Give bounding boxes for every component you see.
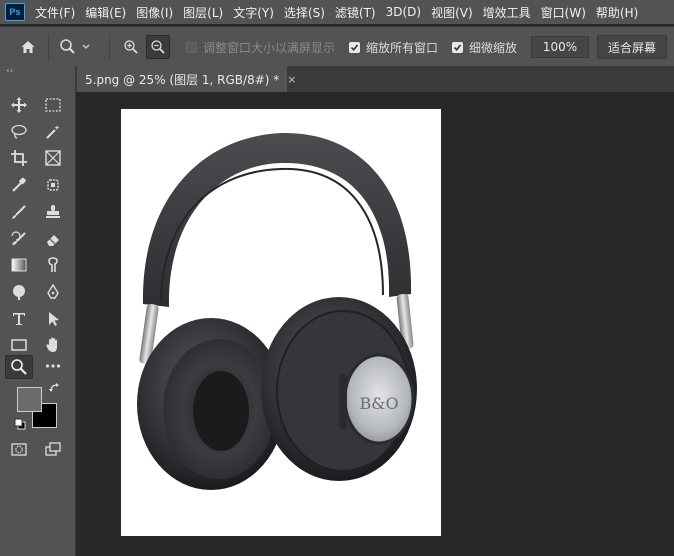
pen-tool-icon[interactable] xyxy=(40,281,66,303)
headphones-image: B&O xyxy=(137,132,417,490)
collapse-panel-icon[interactable]: ‹‹ xyxy=(6,66,13,76)
zoom-all-windows-checkbox[interactable]: 缩放所有窗口 xyxy=(349,39,438,56)
resize-windows-checkbox[interactable]: 调整窗口大小以满屏显示 xyxy=(186,39,335,56)
options-bar: 调整窗口大小以满屏显示 缩放所有窗口 细微缩放 100% 适合屏幕 xyxy=(0,26,674,68)
chevron-down-icon xyxy=(82,44,90,49)
edit-toolbar-icon[interactable] xyxy=(40,355,66,377)
type-tool-icon[interactable] xyxy=(6,308,32,330)
menu-plugins[interactable]: 增效工具 xyxy=(483,4,531,21)
menu-window[interactable]: 窗口(W) xyxy=(541,4,586,21)
magic-wand-tool-icon[interactable] xyxy=(40,121,66,143)
marquee-tool-icon[interactable] xyxy=(40,94,66,116)
checkmark-icon xyxy=(452,41,464,53)
checkmark-icon xyxy=(349,41,361,53)
spot-healing-brush-icon[interactable] xyxy=(40,174,66,196)
photoshop-logo-icon[interactable]: Ps xyxy=(5,3,25,21)
dodge-tool-icon[interactable] xyxy=(6,281,32,303)
path-selection-tool-icon[interactable] xyxy=(40,308,66,330)
document-tab-title: 5.png @ 25% (图层 1, RGB/8#) * xyxy=(85,72,280,87)
menu-type[interactable]: 文字(Y) xyxy=(233,4,274,21)
resize-windows-label: 调整窗口大小以满屏显示 xyxy=(203,40,336,55)
scrubby-zoom-label: 细微缩放 xyxy=(469,40,518,55)
quick-mask-icon[interactable] xyxy=(6,438,32,460)
home-icon[interactable] xyxy=(18,37,38,57)
lasso-tool-icon[interactable] xyxy=(6,121,32,143)
menu-3d[interactable]: 3D(D) xyxy=(386,5,421,19)
tool-preset-picker[interactable] xyxy=(59,38,91,56)
menu-filter[interactable]: 滤镜(T) xyxy=(335,4,376,21)
menu-file[interactable]: 文件(F) xyxy=(35,4,75,21)
brand-mark: B&O xyxy=(359,394,398,413)
menu-edit[interactable]: 编辑(E) xyxy=(85,4,126,21)
zoom-tool-active-icon[interactable] xyxy=(5,355,33,379)
hand-tool-icon[interactable] xyxy=(40,334,66,356)
smudge-tool-icon[interactable] xyxy=(40,254,66,276)
default-colors-icon[interactable] xyxy=(14,418,26,433)
menu-view[interactable]: 视图(V) xyxy=(431,4,473,21)
zoom-100-percent-button[interactable]: 100% xyxy=(531,36,590,58)
frame-tool-icon[interactable] xyxy=(40,147,66,169)
foreground-color-swatch[interactable] xyxy=(17,387,42,412)
zoom-out-button[interactable] xyxy=(146,35,170,59)
gradient-tool-icon[interactable] xyxy=(6,254,32,276)
clone-stamp-tool-icon[interactable] xyxy=(40,201,66,223)
crop-tool-icon[interactable] xyxy=(6,147,32,169)
separator xyxy=(109,34,110,60)
close-icon[interactable]: × xyxy=(287,73,296,86)
zoom-in-icon xyxy=(124,40,138,54)
swap-colors-icon[interactable] xyxy=(49,382,61,397)
checkbox-unchecked-icon xyxy=(186,41,197,53)
menu-select[interactable]: 选择(S) xyxy=(284,4,325,21)
eyedropper-tool-icon[interactable] xyxy=(6,174,32,196)
tools-panel: ‹‹ xyxy=(0,66,76,556)
menu-layer[interactable]: 图层(L) xyxy=(183,4,223,21)
menu-image[interactable]: 图像(I) xyxy=(136,4,173,21)
zoom-in-button[interactable] xyxy=(120,36,142,58)
zoom-out-icon xyxy=(151,40,165,54)
brush-tool-icon[interactable] xyxy=(6,201,32,223)
document-tab[interactable]: 5.png @ 25% (图层 1, RGB/8#) * × xyxy=(77,66,296,92)
menu-bar: Ps 文件(F) 编辑(E) 图像(I) 图层(L) 文字(Y) 选择(S) 滤… xyxy=(0,0,674,24)
rectangle-tool-icon[interactable] xyxy=(6,334,32,356)
menu-help[interactable]: 帮助(H) xyxy=(596,4,638,21)
eraser-tool-icon[interactable] xyxy=(40,228,66,250)
fit-screen-button[interactable]: 适合屏幕 xyxy=(597,35,668,59)
document-canvas[interactable]: B&O xyxy=(121,109,441,536)
history-brush-tool-icon[interactable] xyxy=(6,228,32,250)
zoom-all-windows-label: 缩放所有窗口 xyxy=(366,40,439,55)
document-tab-bar: 5.png @ 25% (图层 1, RGB/8#) * × xyxy=(75,66,674,92)
screen-mode-icon[interactable] xyxy=(40,438,66,460)
separator xyxy=(48,34,49,60)
move-tool-icon[interactable] xyxy=(6,94,32,116)
zoom-tool-icon xyxy=(60,39,75,54)
scrubby-zoom-checkbox[interactable]: 细微缩放 xyxy=(452,39,517,56)
